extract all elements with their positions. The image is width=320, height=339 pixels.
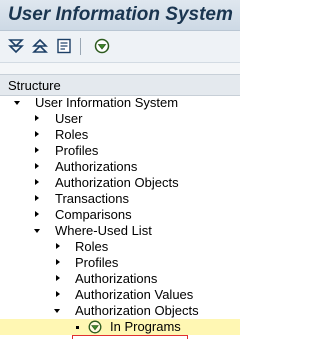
tree-node-label: Authorization Values	[75, 287, 194, 302]
collapsed-arrow-icon[interactable]	[35, 211, 39, 217]
tree-node-comparisons[interactable]: Comparisons	[0, 207, 240, 223]
toolbar-separator	[80, 38, 81, 55]
toolbar	[0, 31, 240, 63]
collapsed-arrow-icon[interactable]	[56, 259, 60, 265]
expanded-arrow-icon[interactable]	[14, 101, 20, 105]
leaf-bullet-icon	[76, 326, 79, 329]
highlight-marker	[72, 335, 188, 339]
documentation-icon	[57, 38, 71, 54]
tree-node-label: Roles	[55, 127, 89, 142]
tree-node-authorization-objects[interactable]: Authorization Objects	[0, 175, 240, 191]
tree-node-wu-roles[interactable]: Roles	[0, 239, 240, 255]
collapse-all-button[interactable]	[30, 36, 50, 56]
tree-node-in-programs[interactable]: In Programs	[0, 319, 240, 335]
tree-node-label: Authorization Objects	[75, 303, 199, 318]
collapsed-arrow-icon[interactable]	[56, 243, 60, 249]
title-bar: User Information System	[0, 0, 240, 31]
documentation-button[interactable]	[54, 36, 74, 56]
tree-node-label: Roles	[75, 239, 109, 254]
collapsed-arrow-icon[interactable]	[35, 195, 39, 201]
tree-node-wu-authorization-values[interactable]: Authorization Values	[0, 287, 240, 303]
collapsed-arrow-icon[interactable]	[35, 179, 39, 185]
expanded-arrow-icon[interactable]	[34, 229, 40, 233]
tree-node-wu-authorizations[interactable]: Authorizations	[0, 271, 240, 287]
tree-node-label: User Information System	[35, 95, 179, 110]
tree-node-roles[interactable]: Roles	[0, 127, 240, 143]
tree-node-label: User	[55, 111, 83, 126]
tree-header: Structure	[0, 75, 240, 96]
collapsed-arrow-icon[interactable]	[35, 163, 39, 169]
tree-node-user[interactable]: User	[0, 111, 240, 127]
tree-node-label: Profiles	[75, 255, 119, 270]
tree-node-label: Profiles	[55, 143, 99, 158]
tree-node-profiles[interactable]: Profiles	[0, 143, 240, 159]
execute-icon	[94, 38, 110, 54]
tree-node-authorizations[interactable]: Authorizations	[0, 159, 240, 175]
tree-node-label: Authorization Objects	[55, 175, 179, 190]
tree-node-label: Authorizations	[55, 159, 138, 174]
expand-all-button[interactable]	[6, 36, 26, 56]
expand-all-icon	[8, 39, 24, 54]
window-title: User Information System	[8, 4, 233, 25]
collapsed-arrow-icon[interactable]	[56, 291, 60, 297]
tree-node-transactions[interactable]: Transactions	[0, 191, 240, 207]
expanded-arrow-icon[interactable]	[54, 309, 60, 313]
toolbar-gap	[0, 63, 240, 74]
collapsed-arrow-icon[interactable]	[56, 275, 60, 281]
collapsed-arrow-icon[interactable]	[35, 147, 39, 153]
collapsed-arrow-icon[interactable]	[35, 131, 39, 137]
tree-node-label: Authorizations	[75, 271, 158, 286]
tree-node-label: In Programs	[110, 319, 181, 334]
tree-node-root[interactable]: User Information System	[0, 95, 240, 111]
collapse-all-icon	[32, 38, 48, 53]
tree-node-label: Where-Used List	[55, 223, 152, 238]
tree-node-label: Comparisons	[55, 207, 132, 222]
tree-node-wu-profiles[interactable]: Profiles	[0, 255, 240, 271]
execute-button[interactable]	[92, 36, 112, 56]
tree-node-label: Transactions	[55, 191, 129, 206]
tree-header-label: Structure	[8, 78, 61, 93]
tree-node-wu-authorization-objects[interactable]: Authorization Objects	[0, 303, 240, 319]
structure-tree: Structure User Information System User R…	[0, 74, 240, 339]
execute-icon	[88, 320, 102, 334]
tree-node-where-used-list[interactable]: Where-Used List	[0, 223, 240, 239]
collapsed-arrow-icon[interactable]	[35, 115, 39, 121]
